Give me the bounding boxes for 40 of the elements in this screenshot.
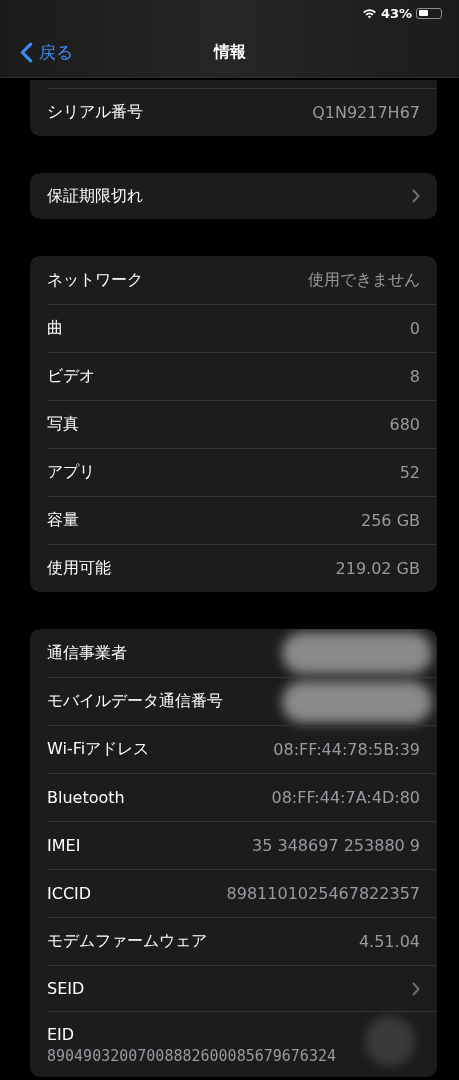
row-value: Q1N9217H67 — [312, 103, 420, 122]
row-value: 52 — [399, 463, 420, 482]
chevron-icon — [412, 189, 420, 203]
row-label: 写真 — [47, 414, 79, 435]
row-label: 使用可能 — [47, 558, 111, 579]
row-label: シリアル番号 — [47, 102, 143, 123]
row-value: 4.51.04 — [358, 932, 420, 951]
row-label: Bluetooth — [47, 788, 125, 807]
battery-percentage: 43% — [380, 5, 412, 21]
row-label: 曲 — [47, 318, 63, 339]
row-label: 通信事業者 — [47, 642, 127, 664]
row-value: 08:FF:44:78:5B:39 — [273, 740, 420, 759]
row-value: 08:FF:44:7A:4D:80 — [271, 788, 420, 807]
row-label: モデムファームウェア — [47, 931, 207, 952]
row-label: ICCID — [47, 884, 92, 903]
row-label: Wi-Fiアドレス — [47, 739, 150, 760]
row-value: 8981101025467822357 — [226, 884, 420, 903]
screen-title: 情報 — [213, 41, 246, 63]
settings-row[interactable]: 保証期限切れ — [47, 173, 437, 219]
row-label: ネットワーク — [47, 269, 143, 291]
row-value: 0 — [409, 319, 420, 338]
back-button[interactable]: 戻る — [20, 40, 73, 64]
row-value: 680 — [389, 415, 420, 434]
chevron-icon — [20, 41, 33, 63]
row-label: IMEI — [47, 836, 81, 855]
row-label: EID — [47, 1024, 75, 1044]
row-label: 容量 — [47, 510, 79, 531]
row-label: ビデオ — [47, 366, 95, 387]
row-value: 256 GB — [361, 511, 420, 530]
chevron-icon — [412, 981, 420, 996]
row-value: 使用できません — [308, 269, 420, 291]
battery-icon — [416, 7, 442, 19]
row-value: 35 348697 253880 9 — [252, 836, 420, 855]
row-label: アプリ — [47, 462, 95, 483]
row-value: 219.02 GB — [335, 559, 420, 578]
row-value: 89049032007008882600085679676324 — [47, 1046, 336, 1065]
wifi-icon — [361, 7, 377, 19]
row-label: モバイルデータ通信番号 — [47, 691, 223, 712]
row-value: 8 — [409, 367, 420, 386]
settings-row[interactable]: SEID — [47, 965, 437, 1011]
